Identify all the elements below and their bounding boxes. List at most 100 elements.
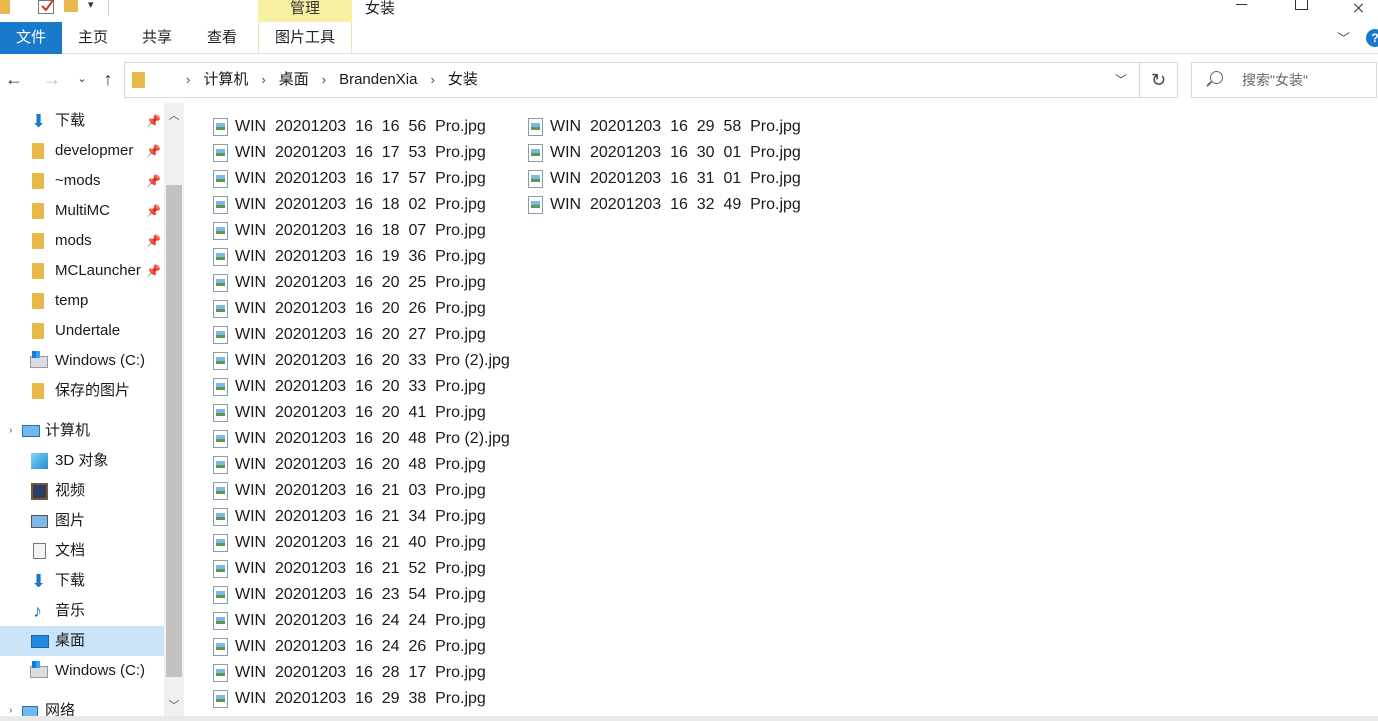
file-item[interactable]: WIN 20201203 16 29 38 Pro.jpg <box>213 686 510 712</box>
back-arrow-icon[interactable]: ← <box>2 67 26 91</box>
sidebar-item-windows-c-quick[interactable]: Windows (C:) <box>0 346 164 376</box>
image-file-icon <box>213 326 228 344</box>
breadcrumb-separator[interactable]: › <box>186 63 190 97</box>
close-button[interactable] <box>1338 0 1378 22</box>
sidebar-item-label: 图片 <box>55 512 86 529</box>
file-item[interactable]: WIN 20201203 16 20 27 Pro.jpg <box>213 322 510 348</box>
minimize-button[interactable] <box>1218 0 1264 22</box>
tab-view[interactable]: 查看 <box>190 22 254 54</box>
pin-icon[interactable]: 📌 <box>146 226 161 256</box>
pin-icon[interactable]: 📌 <box>146 136 161 166</box>
maximize-button[interactable] <box>1278 0 1324 22</box>
pin-icon[interactable]: 📌 <box>146 196 161 226</box>
file-item[interactable]: WIN 20201203 16 20 26 Pro.jpg <box>213 296 510 322</box>
help-icon[interactable]: ? <box>1366 29 1378 47</box>
up-arrow-icon[interactable]: ↑ <box>96 67 120 91</box>
sidebar-item-videos[interactable]: 视频 <box>0 476 164 506</box>
breadcrumb-user[interactable]: BrandenXia <box>339 63 417 97</box>
forward-arrow-icon[interactable]: → <box>40 67 64 91</box>
pin-icon[interactable]: 📌 <box>146 166 161 196</box>
sidebar-item-desktop[interactable]: 桌面 <box>0 626 164 656</box>
breadcrumb-separator[interactable]: › <box>430 63 434 97</box>
sidebar-item-mods-tilde[interactable]: ~mods 📌 <box>0 166 164 196</box>
sidebar-item-documents[interactable]: 文档 <box>0 536 164 566</box>
pin-icon[interactable]: 📌 <box>146 106 161 136</box>
chevron-right-icon[interactable]: › <box>9 416 12 446</box>
sidebar-item-label: 文档 <box>55 542 86 559</box>
sidebar-item-label: 音乐 <box>55 602 86 619</box>
scrollbar-thumb[interactable] <box>166 185 182 677</box>
manage-tab[interactable]: 管理 <box>258 0 352 22</box>
breadcrumb-desktop[interactable]: 桌面 <box>279 63 309 97</box>
folder-icon[interactable] <box>0 0 10 14</box>
file-item[interactable]: WIN 20201203 16 24 24 Pro.jpg <box>213 608 510 634</box>
file-item[interactable]: WIN 20201203 16 17 57 Pro.jpg <box>213 166 510 192</box>
quick-access-dropdown-icon[interactable]: ▾ <box>88 0 94 11</box>
sidebar-item-undertale[interactable]: Undertale <box>0 316 164 346</box>
file-item[interactable]: WIN 20201203 16 20 33 Pro (2).jpg <box>213 348 510 374</box>
breadcrumb-separator[interactable]: › <box>261 63 265 97</box>
search-input[interactable]: 搜索"女装" <box>1191 62 1377 98</box>
file-item[interactable]: WIN 20201203 16 20 25 Pro.jpg <box>213 270 510 296</box>
properties-icon[interactable] <box>38 0 54 14</box>
file-item[interactable]: WIN 20201203 16 18 02 Pro.jpg <box>213 192 510 218</box>
recent-locations-icon[interactable]: ⌄ <box>70 67 94 91</box>
file-item[interactable]: WIN 20201203 16 24 26 Pro.jpg <box>213 634 510 660</box>
chevron-down-icon[interactable]: ﹀ <box>1337 28 1350 47</box>
sidebar-item-downloads-pinned[interactable]: ⬇ 下载 📌 <box>0 106 164 136</box>
file-item[interactable]: WIN 20201203 16 21 34 Pro.jpg <box>213 504 510 530</box>
scroll-down-icon[interactable]: ﹀ <box>164 697 184 712</box>
breadcrumb-separator[interactable]: › <box>322 63 326 97</box>
address-bar[interactable]: › 计算机 › 桌面 › BrandenXia › 女装 ﹀ <box>124 62 1140 98</box>
refresh-button[interactable]: ↻ <box>1140 62 1178 98</box>
chevron-down-icon[interactable]: ﹀ <box>1115 71 1127 88</box>
scroll-up-icon[interactable]: ︿ <box>164 107 184 122</box>
file-name: WIN 20201203 16 20 33 Pro (2).jpg <box>235 352 510 369</box>
file-item[interactable]: WIN 20201203 16 30 01 Pro.jpg <box>528 140 801 166</box>
sidebar-item-windows-c[interactable]: Windows (C:) <box>0 656 164 686</box>
pin-icon[interactable]: 📌 <box>146 256 161 286</box>
file-item[interactable]: WIN 20201203 16 20 33 Pro.jpg <box>213 374 510 400</box>
tab-file[interactable]: 文件 <box>0 22 62 54</box>
sidebar-item-downloads[interactable]: ⬇ 下载 <box>0 566 164 596</box>
file-name: WIN 20201203 16 16 56 Pro.jpg <box>235 118 486 135</box>
sidebar-item-music[interactable]: ♪ 音乐 <box>0 596 164 626</box>
tab-share[interactable]: 共享 <box>124 22 190 54</box>
file-item[interactable]: WIN 20201203 16 28 17 Pro.jpg <box>213 660 510 686</box>
sidebar-scrollbar[interactable]: ︿ ﹀ <box>164 103 184 721</box>
file-item[interactable]: WIN 20201203 16 21 03 Pro.jpg <box>213 478 510 504</box>
sidebar-item-pictures[interactable]: 图片 <box>0 506 164 536</box>
sidebar-item-computer[interactable]: › 计算机 <box>0 416 164 446</box>
pictures-icon <box>31 515 48 528</box>
tab-home[interactable]: 主页 <box>62 22 124 54</box>
file-item[interactable]: WIN 20201203 16 21 40 Pro.jpg <box>213 530 510 556</box>
title-bar: ▾ 管理 女装 <box>0 0 1378 22</box>
file-item[interactable]: WIN 20201203 16 20 48 Pro (2).jpg <box>213 426 510 452</box>
folder-icon <box>32 383 44 399</box>
tab-picture-tools[interactable]: 图片工具 <box>258 22 352 54</box>
image-file-icon <box>213 404 228 422</box>
documents-icon <box>33 543 46 559</box>
file-item[interactable]: WIN 20201203 16 17 53 Pro.jpg <box>213 140 510 166</box>
sidebar-item-temp[interactable]: temp <box>0 286 164 316</box>
new-folder-icon[interactable] <box>64 0 78 12</box>
file-item[interactable]: WIN 20201203 16 20 48 Pro.jpg <box>213 452 510 478</box>
3d-objects-icon <box>31 453 48 469</box>
file-item[interactable]: WIN 20201203 16 19 36 Pro.jpg <box>213 244 510 270</box>
file-item[interactable]: WIN 20201203 16 18 07 Pro.jpg <box>213 218 510 244</box>
sidebar-item-3d-objects[interactable]: 3D 对象 <box>0 446 164 476</box>
file-item[interactable]: WIN 20201203 16 20 41 Pro.jpg <box>213 400 510 426</box>
sidebar-item-mclauncher[interactable]: MCLauncher 📌 <box>0 256 164 286</box>
sidebar-item-saved-pictures[interactable]: 保存的图片 <box>0 376 164 406</box>
file-item[interactable]: WIN 20201203 16 21 52 Pro.jpg <box>213 556 510 582</box>
file-item[interactable]: WIN 20201203 16 29 58 Pro.jpg <box>528 114 801 140</box>
sidebar-item-developmer[interactable]: developmer 📌 <box>0 136 164 166</box>
file-item[interactable]: WIN 20201203 16 16 56 Pro.jpg <box>213 114 510 140</box>
sidebar-item-multimc[interactable]: MultiMC 📌 <box>0 196 164 226</box>
breadcrumb-computer[interactable]: 计算机 <box>203 63 248 97</box>
file-item[interactable]: WIN 20201203 16 31 01 Pro.jpg <box>528 166 801 192</box>
file-item[interactable]: WIN 20201203 16 32 49 Pro.jpg <box>528 192 801 218</box>
sidebar-item-mods[interactable]: mods 📌 <box>0 226 164 256</box>
breadcrumb-current[interactable]: 女装 <box>448 63 478 97</box>
file-item[interactable]: WIN 20201203 16 23 54 Pro.jpg <box>213 582 510 608</box>
